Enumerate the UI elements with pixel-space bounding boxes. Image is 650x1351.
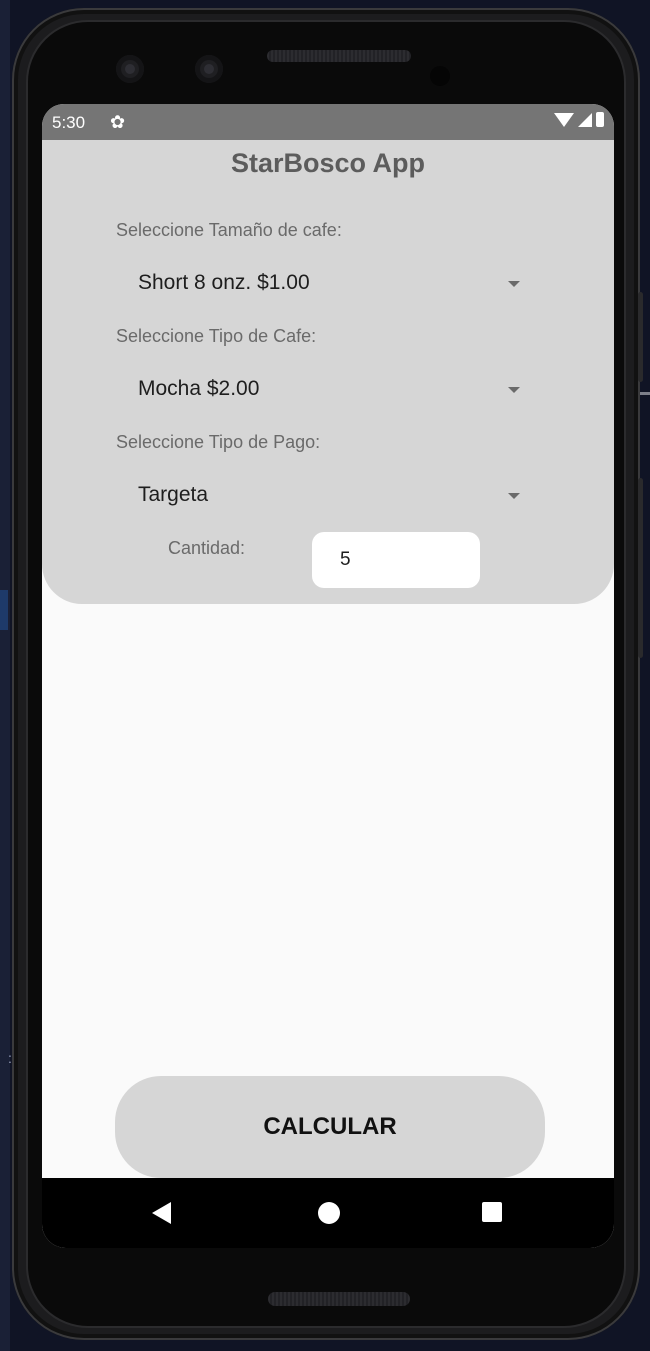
battery-icon [596, 112, 604, 127]
status-bar: 5:30 ✿ [42, 104, 614, 140]
type-dropdown-value: Mocha $2.00 [138, 377, 260, 400]
payment-dropdown-value: Targeta [138, 483, 209, 506]
gear-icon: ✿ [110, 112, 126, 132]
desktop-background-strip [0, 0, 10, 1351]
size-label: Seleccione Tamaño de cafe: [116, 220, 342, 240]
power-button [638, 478, 643, 658]
phone-screen: 5:30 ✿ StarBosco App Seleccione Tamaño d… [42, 104, 614, 1248]
quantity-label: Cantidad: [168, 538, 246, 558]
volume-button [638, 292, 643, 382]
status-time: 5:30 [52, 113, 86, 132]
wifi-icon [554, 112, 574, 127]
chevron-down-icon [508, 387, 520, 393]
size-dropdown[interactable]: Short 8 onz. $1.00 [122, 263, 522, 305]
app-title: StarBosco App [230, 148, 426, 178]
back-triangle-icon[interactable] [152, 1202, 171, 1224]
type-label: Seleccione Tipo de Cafe: [116, 326, 317, 346]
signal-icon [578, 112, 592, 127]
recents-square-icon[interactable] [482, 1202, 502, 1222]
desktop-accent [0, 590, 8, 630]
desktop-divider [640, 392, 650, 395]
front-camera-icon [116, 55, 144, 83]
desktop-dots: : [8, 1050, 12, 1066]
earpiece-speaker [267, 50, 411, 62]
navigation-bar [42, 1178, 614, 1248]
status-icons [554, 112, 604, 127]
size-dropdown-value: Short 8 onz. $1.00 [138, 271, 310, 294]
type-dropdown[interactable]: Mocha $2.00 [122, 369, 522, 411]
chevron-down-icon [508, 493, 520, 499]
payment-dropdown[interactable]: Targeta [122, 475, 522, 517]
bottom-speaker [268, 1292, 410, 1306]
calculate-button[interactable]: CALCULAR [115, 1076, 545, 1178]
proximity-sensor [430, 66, 450, 86]
home-circle-icon[interactable] [318, 1202, 340, 1224]
front-camera-icon [195, 55, 223, 83]
quantity-input[interactable] [312, 532, 480, 588]
order-form-card: StarBosco App Seleccione Tamaño de cafe:… [42, 140, 614, 604]
chevron-down-icon [508, 281, 520, 287]
payment-label: Seleccione Tipo de Pago: [116, 432, 321, 452]
